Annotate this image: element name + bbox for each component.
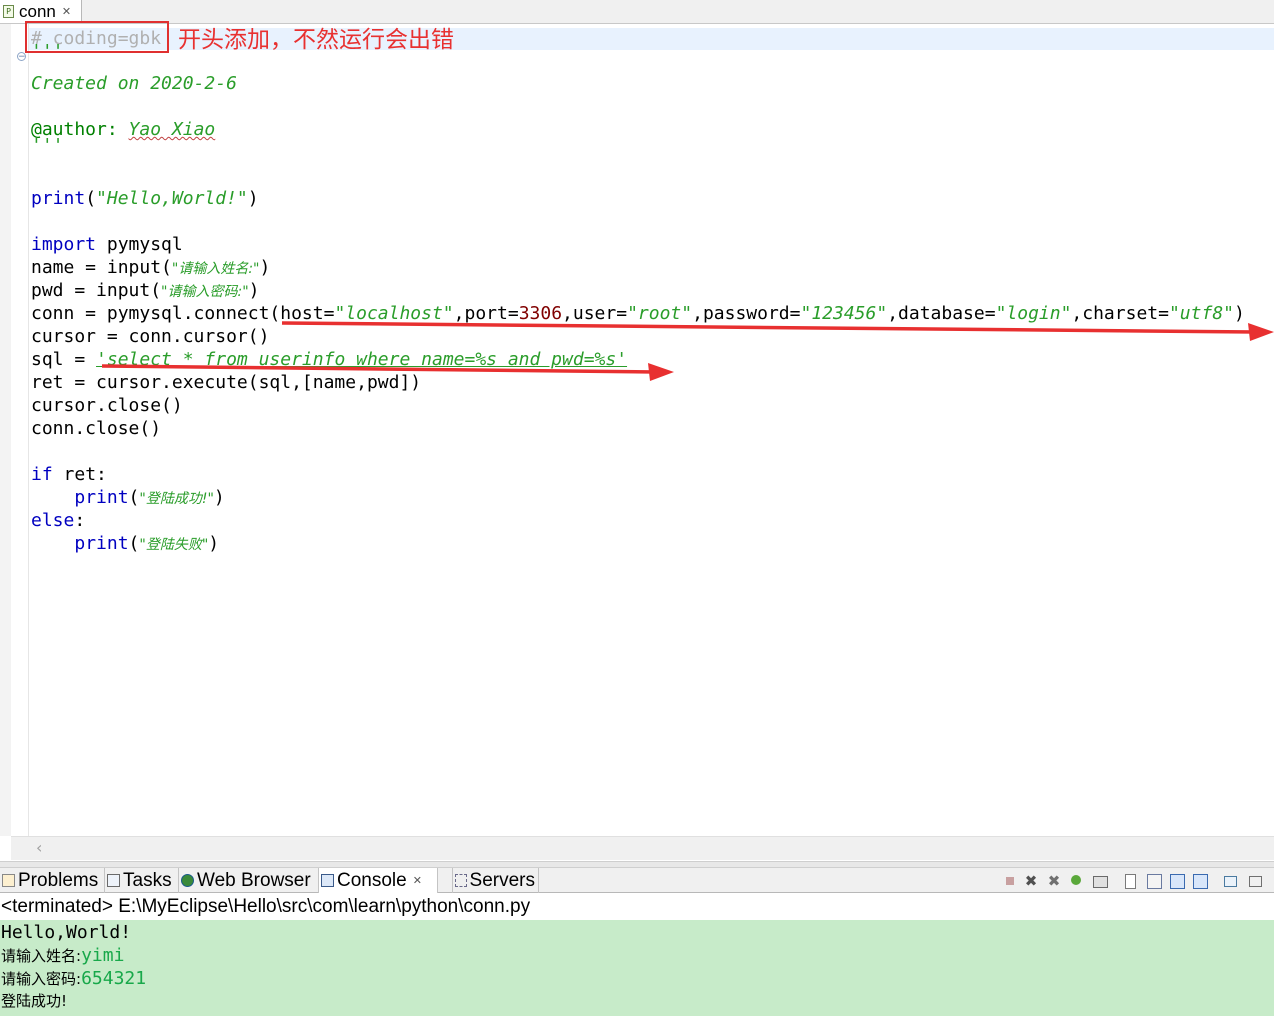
tab-tasks[interactable]: Tasks — [105, 868, 179, 893]
pane-splitter[interactable] — [0, 861, 1274, 868]
code-line-print-success: print("登陆成功!") — [31, 486, 225, 509]
tasks-icon — [107, 874, 120, 887]
arrow-head — [648, 363, 674, 381]
code-line-conn-close: conn.close() — [31, 417, 161, 440]
code-line-else: else: — [31, 509, 85, 532]
user-input-text: yimi — [81, 945, 125, 966]
horizontal-scrollbar[interactable] — [11, 836, 1274, 860]
code-token: ret: — [52, 464, 107, 485]
console-process-label: <terminated> E:\MyEclipse\Hello\src\com\… — [0, 893, 1274, 920]
code-line-if: if ret: — [31, 463, 107, 486]
connect-underline-arrow — [281, 321, 1256, 334]
scroll-left-icon[interactable]: ‹ — [36, 838, 42, 857]
success-string: "登陆成功!" — [139, 491, 214, 507]
tab-label: Web Browser — [197, 869, 311, 891]
tab-label: Tasks — [123, 869, 172, 891]
open-console-icon[interactable] — [1222, 873, 1238, 889]
globe-icon — [181, 874, 194, 887]
console-line-result: 登陆成功! — [1, 992, 68, 1010]
tab-problems[interactable]: Problems — [0, 868, 105, 893]
user-input-text: 654321 — [81, 968, 147, 989]
console-icon — [321, 874, 334, 887]
console-output[interactable]: Hello,World! 请输入姓名:yimi 请输入密码:654321 登陆成… — [0, 920, 1274, 1016]
annotation-arrows — [101, 321, 1274, 381]
pin-console-icon[interactable] — [1069, 873, 1085, 889]
console-line-hello: Hello,World! — [1, 922, 132, 943]
tab-label: Console — [337, 869, 407, 891]
prompt-text: 请输入姓名: — [1, 947, 82, 965]
sql-underline-arrow — [101, 364, 656, 374]
paren-token: ) — [208, 533, 220, 554]
code-token: conn.close() — [31, 418, 162, 439]
view-menu-icon[interactable] — [1247, 873, 1263, 889]
console-line-name: 请输入姓名:yimi — [1, 944, 124, 967]
display-console-icon[interactable] — [1092, 873, 1108, 889]
problems-icon — [2, 874, 15, 887]
remove-all-icon[interactable]: ✖ — [1046, 873, 1062, 889]
fail-string: "登陆失败" — [139, 537, 209, 553]
scroll-lock-icon[interactable] — [1146, 873, 1162, 889]
word-wrap-icon[interactable] — [1169, 873, 1185, 889]
tab-servers[interactable]: Servers — [452, 868, 539, 893]
if-keyword: if — [31, 464, 53, 485]
paren-token: ) — [213, 487, 225, 508]
prompt-text: 请输入密码: — [1, 970, 82, 988]
console-line-pwd: 请输入密码:654321 — [1, 967, 146, 990]
print-keyword: print — [74, 533, 129, 554]
tab-web-browser[interactable]: Web Browser — [179, 868, 319, 893]
servers-icon — [455, 874, 467, 887]
arrow-head — [1248, 323, 1274, 341]
terminate-button[interactable] — [1002, 873, 1018, 889]
remove-launch-icon[interactable]: ✖ — [1023, 873, 1039, 889]
show-on-output-icon[interactable] — [1192, 873, 1208, 889]
tab-label: Servers — [469, 869, 535, 891]
tab-label: Problems — [18, 869, 99, 891]
else-keyword: else — [31, 510, 75, 531]
print-keyword: print — [74, 487, 129, 508]
clear-console-icon[interactable] — [1122, 873, 1138, 889]
paren-token: ( — [128, 533, 140, 554]
close-icon[interactable]: ✕ — [413, 874, 422, 887]
tab-console[interactable]: Console ✕ — [319, 868, 438, 893]
code-line-print-fail: print("登陆失败") — [31, 532, 219, 555]
paren-token: ( — [128, 487, 140, 508]
code-token: : — [74, 510, 86, 531]
